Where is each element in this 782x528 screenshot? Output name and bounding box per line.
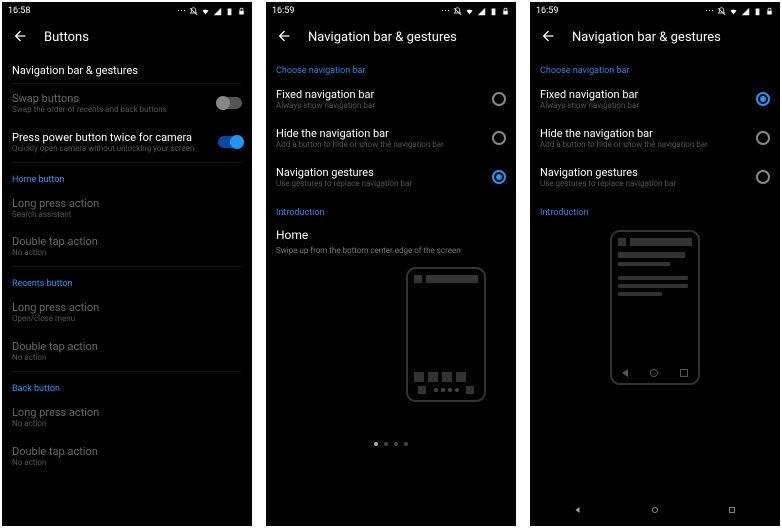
clock: 16:59	[536, 6, 558, 16]
section-nav-gestures[interactable]: Navigation bar & gestures	[12, 54, 242, 83]
page-title: Navigation bar & gestures	[308, 30, 457, 45]
wifi-icon	[201, 7, 210, 16]
signal-icon	[741, 7, 750, 16]
silent-icon	[453, 7, 462, 16]
category-introduction: Introduction	[540, 196, 770, 222]
row-sub: Quickly open camera without unlocking yo…	[12, 145, 218, 154]
mock-back-icon	[622, 369, 628, 377]
status-bar: 16:58 ⋯	[2, 2, 252, 20]
row-title: Swap buttons	[12, 92, 218, 105]
row-recents-longpress[interactable]: Long press action Open/close menu	[12, 293, 242, 332]
back-icon[interactable]	[12, 28, 28, 47]
back-icon[interactable]	[276, 28, 292, 47]
mock-home-icon	[650, 369, 658, 377]
pager-dot[interactable]	[394, 442, 398, 446]
radio-icon[interactable]	[492, 92, 506, 106]
radio-icon[interactable]	[756, 131, 770, 145]
row-recents-doubletap[interactable]: Double tap action No action	[12, 332, 242, 371]
signal-icon	[477, 7, 486, 16]
row-back-longpress[interactable]: Long press action No action	[12, 398, 242, 437]
category-choose-navbar: Choose navigation bar	[276, 54, 506, 80]
row-swap-buttons[interactable]: Swap buttons Swap the order of recents a…	[12, 84, 242, 123]
radio-navigation-gestures[interactable]: Navigation gestures Use gestures to repl…	[276, 158, 506, 197]
battery-icon	[225, 7, 234, 16]
nav-back-icon[interactable]	[572, 504, 584, 519]
pager[interactable]	[276, 442, 506, 446]
row-sub: Swap the order of recents and back butto…	[12, 106, 218, 115]
clock: 16:58	[8, 6, 30, 16]
mock-recents-icon	[680, 369, 688, 377]
pager-dot[interactable]	[374, 442, 378, 446]
category-back-button: Back button	[12, 372, 242, 398]
radio-icon[interactable]	[756, 170, 770, 184]
category-introduction: Introduction	[276, 196, 506, 222]
status-bar: 16:59 ⋯	[266, 2, 516, 20]
radio-fixed-navbar[interactable]: Fixed navigation bar Always show navigat…	[276, 80, 506, 119]
radio-icon[interactable]	[492, 170, 506, 184]
fixed-navbar-illustration	[610, 230, 700, 385]
silent-icon	[717, 7, 726, 16]
radio-icon[interactable]	[492, 131, 506, 145]
signal-icon	[213, 7, 222, 16]
row-title: Press power button twice for camera	[12, 131, 218, 144]
status-bar: 16:59 ⋯	[530, 2, 780, 20]
nav-recents-icon[interactable]	[726, 504, 738, 519]
pager-dot[interactable]	[384, 442, 388, 446]
category-choose-navbar: Choose navigation bar	[540, 54, 770, 80]
clock: 16:59	[272, 6, 294, 16]
lock-icon	[237, 7, 246, 16]
screen-navgestures-selected-fixed: 16:59 ⋯ Navigation bar & gestures Choose…	[530, 2, 780, 526]
intro-home-title: Home	[276, 228, 506, 242]
radio-hide-navbar[interactable]: Hide the navigation bar Add a button to …	[276, 119, 506, 158]
category-recents-button: Recents button	[12, 267, 242, 293]
radio-fixed-navbar[interactable]: Fixed navigation bar Always show navigat…	[540, 80, 770, 119]
toggle-swap-buttons[interactable]	[218, 97, 242, 109]
radio-navigation-gestures[interactable]: Navigation gestures Use gestures to repl…	[540, 158, 770, 197]
radio-icon[interactable]	[756, 92, 770, 106]
more-icon: ⋯	[441, 6, 450, 16]
row-home-longpress[interactable]: Long press action Search assistant	[12, 189, 242, 228]
pager-dot[interactable]	[404, 442, 408, 446]
content: Choose navigation bar Fixed navigation b…	[530, 54, 780, 526]
status-icons: ⋯	[177, 6, 246, 16]
back-icon[interactable]	[540, 28, 556, 47]
nav-home-icon[interactable]	[649, 504, 661, 519]
lock-icon	[765, 7, 774, 16]
category-home-button: Home button	[12, 163, 242, 189]
page-title: Navigation bar & gestures	[572, 30, 721, 45]
content: Navigation bar & gestures Swap buttons S…	[2, 54, 252, 526]
row-back-doubletap[interactable]: Double tap action No action	[12, 437, 242, 476]
toggle-power-camera[interactable]	[218, 136, 242, 148]
page-title: Buttons	[44, 30, 89, 45]
header: Buttons	[2, 20, 252, 54]
row-home-doubletap[interactable]: Double tap action No action	[12, 227, 242, 266]
status-icons: ⋯	[705, 6, 774, 16]
battery-icon	[489, 7, 498, 16]
wifi-icon	[465, 7, 474, 16]
radio-hide-navbar[interactable]: Hide the navigation bar Add a button to …	[540, 119, 770, 158]
more-icon: ⋯	[705, 6, 714, 16]
screen-navgestures-selected-gestures: 16:59 ⋯ Navigation bar & gestures Choose…	[266, 2, 516, 526]
header: Navigation bar & gestures	[530, 20, 780, 54]
row-power-camera[interactable]: Press power button twice for camera Quic…	[12, 123, 242, 162]
soft-navigation-bar	[540, 496, 770, 526]
header: Navigation bar & gestures	[266, 20, 516, 54]
battery-icon	[753, 7, 762, 16]
gesture-illustration	[406, 267, 486, 402]
intro-home-sub: Swipe up from the bottom center edge of …	[276, 246, 506, 255]
status-icons: ⋯	[441, 6, 510, 16]
wifi-icon	[729, 7, 738, 16]
screen-buttons: 16:58 ⋯ Buttons Navigation bar & gesture…	[2, 2, 252, 526]
more-icon: ⋯	[177, 6, 186, 16]
content: Choose navigation bar Fixed navigation b…	[266, 54, 516, 526]
silent-icon	[189, 7, 198, 16]
lock-icon	[501, 7, 510, 16]
